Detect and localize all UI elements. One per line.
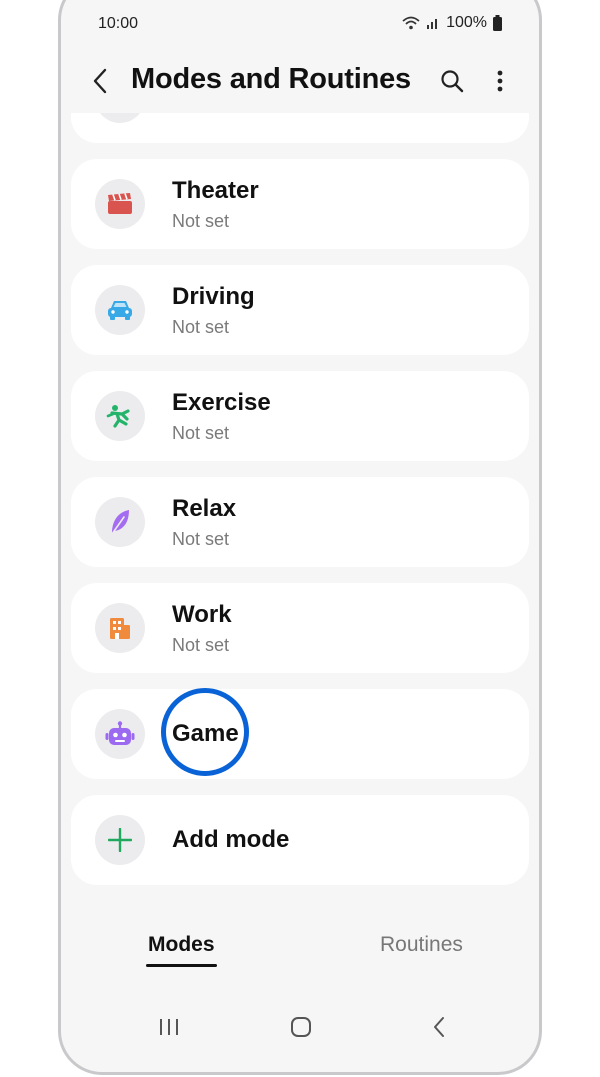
mode-subtitle: Not set (172, 529, 230, 549)
robot-icon (105, 721, 135, 745)
search-icon (441, 70, 464, 93)
mode-title: Game (172, 720, 239, 747)
game-icon-wrap (95, 709, 145, 759)
exercise-icon-wrap (95, 391, 145, 441)
battery-icon (493, 15, 502, 31)
add-mode-label: Add mode (172, 826, 290, 853)
recents-button[interactable] (149, 1011, 189, 1043)
relax-icon-wrap (95, 497, 145, 547)
driving-icon-wrap (95, 285, 145, 335)
add-icon-wrap (95, 815, 145, 865)
battery-percent: 100% (446, 14, 487, 31)
page-title: Modes and Routines (131, 63, 411, 95)
mode-subtitle: Not set (172, 211, 230, 231)
mode-icon-partial (95, 113, 145, 123)
search-button[interactable] (435, 63, 469, 99)
plus-icon (108, 828, 132, 852)
tab-modes[interactable]: Modes (146, 933, 217, 967)
mode-card-theater[interactable]: Theater Not set (71, 159, 529, 249)
clapperboard-icon (108, 193, 132, 214)
system-nav-bar (61, 1003, 539, 1051)
mode-card-work[interactable]: Work Not set (71, 583, 529, 673)
back-nav-icon (434, 1017, 444, 1037)
mode-subtitle: Not set (172, 635, 230, 655)
phone-frame: 10:00 100% Modes and Routines Theater No… (58, 0, 542, 1075)
more-vertical-icon (497, 70, 503, 92)
back-button[interactable] (85, 61, 115, 101)
modes-list: Theater Not set Driving Not set Exercise… (71, 113, 529, 903)
home-button[interactable] (281, 1011, 321, 1043)
screen: 10:00 100% Modes and Routines Theater No… (61, 3, 539, 1072)
mode-title: Exercise (172, 389, 271, 416)
running-icon (106, 405, 130, 428)
leaf-icon (111, 510, 129, 535)
bottom-tabs: Modes Routines (61, 933, 539, 983)
signal-icon (427, 19, 438, 29)
mode-card-partial[interactable] (71, 113, 529, 143)
mode-card-exercise[interactable]: Exercise Not set (71, 371, 529, 461)
add-mode-button[interactable]: Add mode (71, 795, 529, 885)
more-options-button[interactable] (485, 63, 515, 99)
mode-title: Driving (172, 283, 255, 310)
status-bar: 10:00 100% (61, 3, 539, 51)
mode-title: Work (172, 601, 232, 628)
mode-card-driving[interactable]: Driving Not set (71, 265, 529, 355)
tab-routines[interactable]: Routines (380, 933, 463, 957)
chevron-left-icon (93, 68, 107, 94)
mode-subtitle: Not set (172, 423, 230, 443)
app-bar: Modes and Routines (61, 51, 539, 115)
wifi-icon (402, 16, 420, 30)
home-icon (291, 1017, 311, 1037)
mode-title: Relax (172, 495, 237, 522)
car-icon (108, 301, 132, 320)
recents-icon (160, 1019, 178, 1035)
work-icon-wrap (95, 603, 145, 653)
mode-card-relax[interactable]: Relax Not set (71, 477, 529, 567)
mode-subtitle: Not set (172, 317, 230, 337)
mode-card-game[interactable]: Game (71, 688, 529, 779)
mode-title: Theater (172, 177, 259, 204)
status-time: 10:00 (98, 15, 139, 32)
building-icon (110, 618, 130, 639)
theater-icon-wrap (95, 179, 145, 229)
back-nav-button[interactable] (419, 1011, 459, 1043)
status-icons: 100% (402, 14, 502, 32)
